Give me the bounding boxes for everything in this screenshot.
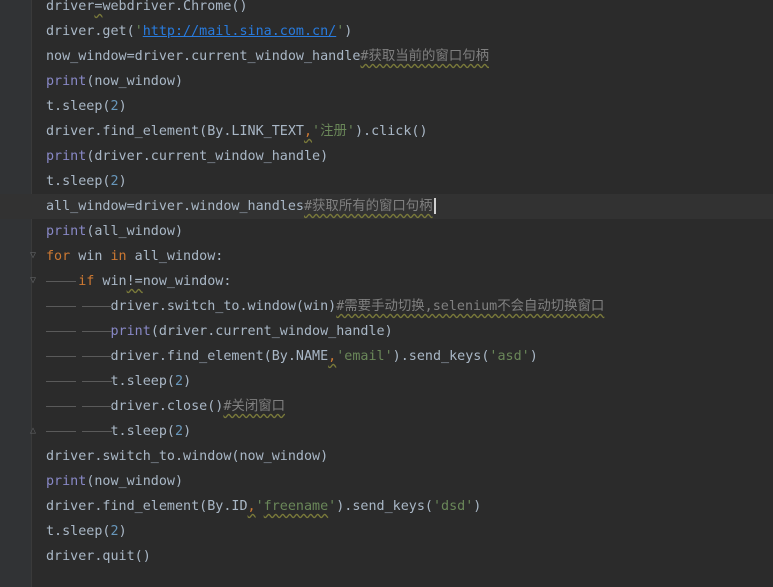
indent-guide — [46, 331, 76, 332]
code-line-text: print(now_window) — [46, 474, 184, 489]
indent-guide — [82, 331, 112, 332]
code-line[interactable]: ▽ if win!=now_window: — [0, 269, 773, 294]
code-line-text: print(all_window) — [46, 224, 184, 239]
code-editor[interactable]: driver=webdriver.Chrome() driver.get('ht… — [0, 0, 773, 587]
indent-guide — [82, 381, 112, 382]
code-line-text: driver=webdriver.Chrome() — [46, 0, 248, 14]
code-line-text: t.sleep(2) — [46, 524, 127, 539]
indent-guide — [82, 356, 112, 357]
code-line[interactable]: ▽ for win in all_window: — [0, 244, 773, 269]
code-line-text: driver.switch_to.window(win)#需要手动切换,sele… — [46, 299, 605, 314]
code-line-text: print(now_window) — [46, 74, 184, 89]
code-line[interactable]: print(now_window) — [0, 69, 773, 94]
code-line[interactable]: print(all_window) — [0, 219, 773, 244]
code-line[interactable]: t.sleep(2) — [0, 94, 773, 119]
indent-guide — [82, 306, 112, 307]
code-line[interactable]: driver.get('http://mail.sina.com.cn/') — [0, 19, 773, 44]
code-line[interactable]: △ t.sleep(2) — [0, 419, 773, 444]
text-caret — [433, 198, 436, 214]
indent-guide — [46, 306, 76, 307]
code-line-text: t.sleep(2) — [46, 174, 127, 189]
code-line[interactable]: t.sleep(2) — [0, 169, 773, 194]
code-line-text: driver.switch_to.window(now_window) — [46, 449, 329, 464]
code-line[interactable]: t.sleep(2) — [0, 369, 773, 394]
code-line[interactable]: driver.find_element(By.NAME,'email').sen… — [0, 344, 773, 369]
code-line[interactable]: driver.close()#关闭窗口 — [0, 394, 773, 419]
indent-guide — [82, 406, 112, 407]
code-line-text: for win in all_window: — [46, 249, 224, 264]
code-lines[interactable]: driver=webdriver.Chrome() driver.get('ht… — [0, 0, 773, 569]
code-line[interactable]: print(now_window) — [0, 469, 773, 494]
code-line-current[interactable]: all_window=driver.window_handles#获取所有的窗口… — [0, 194, 773, 219]
code-line[interactable]: print(driver.current_window_handle) — [0, 319, 773, 344]
code-line[interactable]: t.sleep(2) — [0, 519, 773, 544]
code-line[interactable]: print(driver.current_window_handle) — [0, 144, 773, 169]
fold-marker-icon[interactable]: ▽ — [30, 276, 40, 286]
indent-guide — [46, 406, 76, 407]
code-line-text: t.sleep(2) — [46, 99, 127, 114]
code-line-text: driver.quit() — [46, 549, 151, 564]
indent-guide — [46, 356, 76, 357]
code-line-text: driver.get('http://mail.sina.com.cn/') — [46, 24, 353, 39]
code-line[interactable]: driver.switch_to.window(win)#需要手动切换,sele… — [0, 294, 773, 319]
code-line-text: driver.find_element(By.NAME,'email').sen… — [46, 349, 538, 364]
code-line-text: driver.find_element(By.LINK_TEXT,'注册').c… — [46, 124, 428, 139]
indent-guide — [82, 431, 112, 432]
code-line[interactable]: driver.find_element(By.ID,'freename').se… — [0, 494, 773, 519]
code-line-text: now_window=driver.current_window_handle#… — [46, 49, 489, 64]
code-line[interactable]: driver.switch_to.window(now_window) — [0, 444, 773, 469]
indent-guide — [46, 281, 76, 282]
code-line[interactable]: now_window=driver.current_window_handle#… — [0, 44, 773, 69]
code-line[interactable]: driver.quit() — [0, 544, 773, 569]
code-line-text: driver.find_element(By.ID,'freename').se… — [46, 499, 482, 514]
code-line-text: print(driver.current_window_handle) — [46, 149, 329, 164]
code-line[interactable]: driver.find_element(By.LINK_TEXT,'注册').c… — [0, 119, 773, 144]
indent-guide — [46, 381, 76, 382]
code-line-text: all_window=driver.window_handles#获取所有的窗口… — [46, 199, 433, 214]
code-line[interactable]: driver=webdriver.Chrome() — [0, 0, 773, 19]
fold-end-marker-icon[interactable]: △ — [30, 426, 40, 436]
fold-marker-icon[interactable]: ▽ — [30, 251, 40, 261]
indent-guide — [46, 431, 76, 432]
